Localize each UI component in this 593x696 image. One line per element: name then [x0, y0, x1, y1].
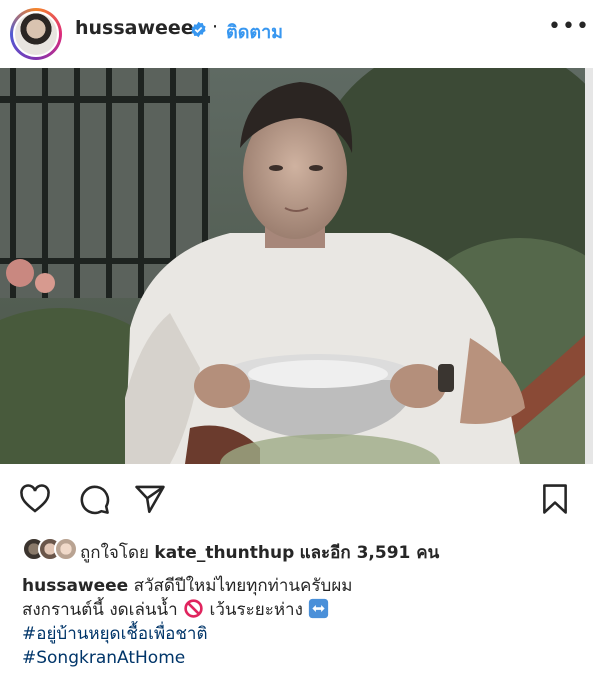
post-caption: hussaweee สวัสดีปีใหม่ไทยทุกท่านครับผม ส…	[22, 574, 582, 670]
caption-text-1: สวัสดีปีใหม่ไทยทุกท่านครับผม	[133, 576, 353, 596]
post-image[interactable]	[0, 68, 593, 464]
caption-text-distance: เว้นระยะห่าง	[209, 600, 303, 620]
liked-by-label: ถูกใจโดย	[80, 543, 149, 563]
likes-count[interactable]: และอีก 3,591 คน	[300, 543, 440, 563]
more-options-icon[interactable]: •••	[548, 16, 589, 42]
profile-avatar[interactable]	[10, 8, 62, 60]
share-icon[interactable]	[133, 482, 167, 516]
separator-dot: ·	[212, 16, 219, 38]
post-photo-illustration	[0, 68, 593, 464]
avatar-image	[13, 11, 59, 57]
caption-line-1: hussaweee สวัสดีปีใหม่ไทยทุกท่านครับผม	[22, 574, 582, 598]
liker-username[interactable]: kate_thunthup	[154, 543, 294, 563]
comment-icon[interactable]	[77, 482, 111, 516]
left-right-arrow-icon	[309, 598, 329, 619]
caption-username[interactable]: hussaweee	[22, 576, 128, 596]
caption-line-2: สงกรานต์นี้ งดเล่นน้ำ เว้นระยะห่าง	[22, 598, 582, 622]
heart-icon[interactable]	[18, 482, 52, 516]
verified-badge-icon	[191, 21, 206, 38]
follow-button[interactable]: ติดตาม	[226, 17, 283, 46]
post-header: hussaweee · ติดตาม •••	[0, 0, 593, 66]
hashtag-1[interactable]: #อยู่บ้านหยุดเชื้อเพื่อชาติ	[22, 622, 582, 646]
hashtag-2[interactable]: #SongkranAtHome	[22, 646, 582, 670]
liker-avatar[interactable]	[54, 537, 78, 561]
prohibited-icon	[184, 599, 203, 618]
likes-summary: ถูกใจโดย kate_thunthup และอีก 3,591 คน	[16, 535, 586, 565]
bookmark-icon[interactable]	[538, 482, 572, 516]
caption-text-2: สงกรานต์นี้ งดเล่นน้ำ	[22, 600, 178, 620]
action-bar	[0, 474, 593, 522]
photo-edge	[585, 68, 593, 464]
post-username[interactable]: hussaweee	[75, 17, 194, 39]
likes-text: ถูกใจโดย kate_thunthup และอีก 3,591 คน	[80, 539, 439, 566]
